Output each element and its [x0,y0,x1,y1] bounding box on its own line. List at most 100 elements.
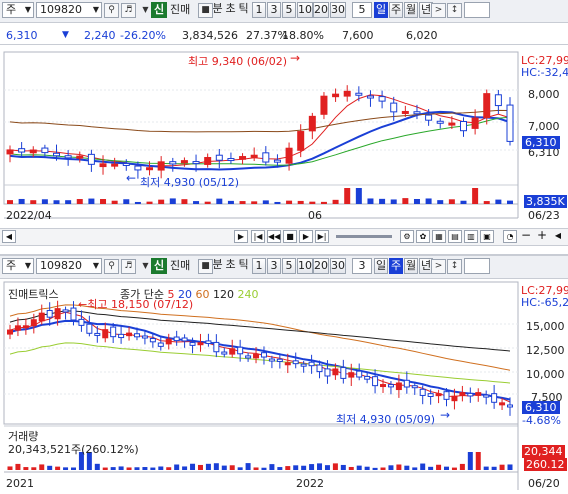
timeframe-button[interactable]: 5 [282,2,296,18]
timeframe-button[interactable]: 3 [267,258,281,274]
zoom-slider[interactable] [336,235,392,238]
volume-bar [344,188,351,204]
candle-body [76,155,84,159]
timeframe-button[interactable]: 20 [313,2,329,18]
chart-type-icon[interactable]: ▥ [464,230,478,243]
credit-badge[interactable]: 신 [151,2,167,18]
timeframe-button[interactable]: 초 [224,258,237,274]
scroll-left-icon[interactable]: ◀ [2,230,16,243]
top-scrollbar[interactable]: ◀ ▶ |◀ ◀◀ ■ ▶ ▶| ⚙ ✿ ▦ ▤ ▥ ▣ ◔ − + ◀ [0,228,568,246]
volume-bar [47,465,53,470]
bottom-chart-area[interactable]: 진매트릭스 ←최고 18,150 (07/12) 종가 단순 5 20 60 1… [0,280,568,494]
period-daily-button[interactable]: 일 [374,2,388,18]
speaker-icon[interactable]: ♬ [121,3,136,18]
candle-body [237,346,244,355]
timeframe-button[interactable]: 5 [282,258,296,274]
stock-code-input[interactable]: 109820 ▼ [36,2,102,18]
chevron-right-icon[interactable]: > [431,3,446,18]
end-icon[interactable]: ▶| [315,230,329,243]
candle-body [245,355,252,359]
ma-20: 20 [177,288,192,301]
tools-icon[interactable]: ▤ [448,230,462,243]
candle-body [292,360,299,365]
ratio-two: 18.80% [282,29,324,42]
first-icon[interactable]: |◀ [251,230,265,243]
volume-bar [166,467,172,470]
market-select[interactable]: 주 ▼ [2,258,34,274]
timeframe-button[interactable]: 20 [313,258,329,274]
jinmae-label[interactable]: 진매 [170,3,190,17]
timeframe-button[interactable]: 분 [211,258,224,274]
settings-icon[interactable]: ⚙ [400,230,414,243]
speaker-icon[interactable]: ♬ [121,259,136,274]
period-weekly-button[interactable]: 주 [389,258,403,274]
timeframe-button[interactable]: 1 [252,258,266,274]
search-icon[interactable]: ⚲ [104,259,119,274]
volume-bar [507,464,513,470]
top-chart-svg[interactable] [0,50,568,230]
candle-body [102,329,109,339]
clock-icon[interactable]: ◔ [503,230,517,243]
candle-body [300,363,307,367]
candle-body [189,342,196,346]
volume-bar [317,463,323,470]
arrow-left-icon: ← [78,298,88,311]
period-daily-button[interactable]: 일 [374,258,388,274]
search-icon[interactable]: ⚲ [104,3,119,18]
candle-body [427,393,434,397]
timeframe-button[interactable]: 3 [267,2,281,18]
period-value-input[interactable]: 3 [352,258,372,274]
timeframe-button[interactable]: 10 [297,258,313,274]
timeframe-button[interactable]: 틱 [237,258,250,274]
gear-icon[interactable]: ✿ [416,230,430,243]
timeframe-button[interactable]: 10 [297,2,313,18]
stock-code-input[interactable]: 109820 ▼ [36,258,102,274]
period-monthly-button[interactable]: 월 [404,258,418,274]
toolbar-extra-input[interactable] [464,2,490,18]
candle-body [506,104,514,142]
top-chart-area[interactable]: 최고 9,340 (06/02) → ← 최저 4,930 (05/12) LC… [0,50,568,230]
toolbar-extra-input[interactable] [464,258,490,274]
scroll-end-icon[interactable]: ◀ [551,230,565,243]
next-icon[interactable]: ▶ [299,230,313,243]
period-monthly-button[interactable]: 월 [404,2,418,18]
volume-bar [277,467,283,470]
stop-icon[interactable]: ■ [283,230,297,243]
price-change-pct: -26.20% [120,29,166,42]
bottom-chart-svg[interactable] [0,280,568,494]
credit-badge[interactable]: 신 [151,258,167,274]
candle-body [403,379,410,388]
timeframe-button[interactable]: 30 [330,258,346,274]
candle-body [332,93,340,98]
candle-body [227,158,235,162]
layout-icon[interactable]: ▣ [480,230,494,243]
timeframe-button[interactable]: 30 [330,2,346,18]
volume-bar [379,198,386,204]
prev-icon[interactable]: ◀◀ [267,230,281,243]
candle-body [297,131,305,151]
candle-body [99,163,107,168]
top-toolbar: 주 ▼ 109820 ▼ ⚲ ♬ ▼ 신 진매 ■ 분 초 틱 1 3 5 10 20 30 5 일… [0,0,568,23]
y-tick-8000: 8,000 [528,88,560,101]
candle-body [46,309,53,318]
market-select[interactable]: 주 ▼ [2,2,34,18]
candle-body [192,161,200,165]
jinmae-label[interactable]: 진매 [170,259,190,273]
timeframe-button[interactable]: 초 [224,2,237,18]
candle-body [22,325,29,329]
expand-vertical-icon[interactable]: ↕ [447,3,462,18]
timeframe-button[interactable]: 분 [211,2,224,18]
period-weekly-button[interactable]: 주 [389,2,403,18]
chevron-right-icon[interactable]: > [431,259,446,274]
volume-bar [7,466,13,470]
expand-vertical-icon[interactable]: ↕ [447,259,462,274]
arrow-right-icon: → [290,51,301,65]
period-value-input[interactable]: 5 [352,2,372,18]
annotation-high: 최고 9,340 (06/02) [188,55,288,68]
zoom-in-icon[interactable]: + [535,229,549,243]
zoom-out-icon[interactable]: − [519,229,533,243]
scroll-right-icon[interactable]: ▶ [234,230,248,243]
timeframe-button[interactable]: 틱 [237,2,250,18]
timeframe-button[interactable]: 1 [252,2,266,18]
grid-icon[interactable]: ▦ [432,230,446,243]
